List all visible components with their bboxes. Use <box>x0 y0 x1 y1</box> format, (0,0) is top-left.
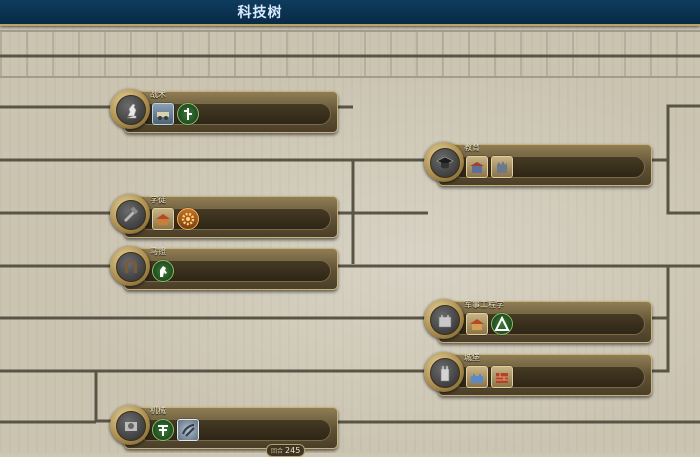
mortarboard-icon[interactable] <box>424 142 464 182</box>
workshop-building-icon[interactable] <box>152 208 174 230</box>
tech-name: 教育 <box>464 143 480 152</box>
tech-card-education[interactable]: 教育 <box>424 141 652 189</box>
crossbow-unit-icon[interactable] <box>177 419 199 441</box>
horseshoe-icon[interactable] <box>110 246 150 286</box>
wall-building-icon[interactable] <box>491 366 513 388</box>
machinery-icon[interactable] <box>110 405 150 445</box>
tech-unlocks <box>466 366 513 388</box>
tech-card-military-engineering[interactable]: 军事工程学 <box>424 298 652 346</box>
tech-unlocks <box>152 419 199 441</box>
tech-card-stirrups[interactable]: 马镫 <box>110 245 338 293</box>
tech-unlocks <box>466 156 513 178</box>
tech-name: 军事工程学 <box>464 300 504 309</box>
knight-chess-icon[interactable] <box>110 89 150 129</box>
wonder-building-icon[interactable] <box>491 156 513 178</box>
turns-remaining-badge: 回合 245 <box>266 444 306 457</box>
hammer-anvil-icon[interactable] <box>110 194 150 234</box>
tech-tree-titlebar: 科技树 <box>0 0 700 26</box>
castle-tower-icon[interactable] <box>424 352 464 392</box>
tech-name: 学徒 <box>150 195 166 204</box>
window-title: 科技树 <box>237 5 283 21</box>
lumbermill-ability-icon[interactable] <box>152 419 174 441</box>
tech-name: 马镫 <box>150 247 166 256</box>
tech-card-machinery[interactable]: 机械 <box>110 404 338 452</box>
turns-prefix: 回合 <box>271 448 284 455</box>
tech-card-castles[interactable]: 城堡 <box>424 351 652 399</box>
tech-tree-canvas[interactable]: 战术 教育 学徒 马镫 军事工程学 城堡 机械 <box>0 26 700 453</box>
horse-ability-icon[interactable] <box>152 260 174 282</box>
green-ability-icon[interactable] <box>177 103 199 125</box>
gear-icon[interactable] <box>177 208 199 230</box>
tech-card-apprentice[interactable]: 学徒 <box>110 193 338 241</box>
tech-name: 城堡 <box>464 353 480 362</box>
military-building-icon[interactable] <box>466 313 488 335</box>
tech-card-tactics[interactable]: 战术 <box>110 88 338 136</box>
wagon-unit-icon[interactable] <box>152 103 174 125</box>
tech-unlocks <box>152 103 199 125</box>
upgrade-ability-icon[interactable] <box>491 313 513 335</box>
fortress-tower-icon[interactable] <box>424 299 464 339</box>
castle-building-icon[interactable] <box>466 366 488 388</box>
tech-name: 机械 <box>150 406 166 415</box>
tech-unlocks <box>466 313 513 335</box>
tech-name: 战术 <box>150 90 166 99</box>
turns-value: 245 <box>285 446 301 455</box>
tech-unlocks <box>152 208 199 230</box>
university-building-icon[interactable] <box>466 156 488 178</box>
tech-unlocks <box>152 260 174 282</box>
